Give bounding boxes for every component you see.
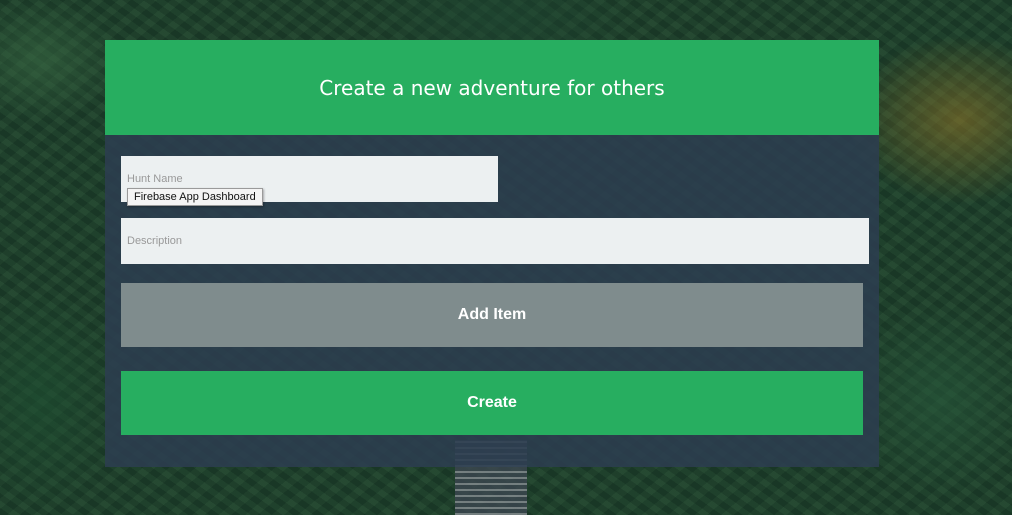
page-title: Create a new adventure for others <box>319 75 665 100</box>
add-item-button[interactable]: Add Item <box>121 283 863 347</box>
panel-header: Create a new adventure for others <box>105 40 879 135</box>
autocomplete-tooltip[interactable]: Firebase App Dashboard <box>127 188 263 206</box>
description-input[interactable] <box>121 218 869 264</box>
create-hunt-panel: Create a new adventure for others Fireba… <box>105 40 879 467</box>
create-button[interactable]: Create <box>121 371 863 435</box>
